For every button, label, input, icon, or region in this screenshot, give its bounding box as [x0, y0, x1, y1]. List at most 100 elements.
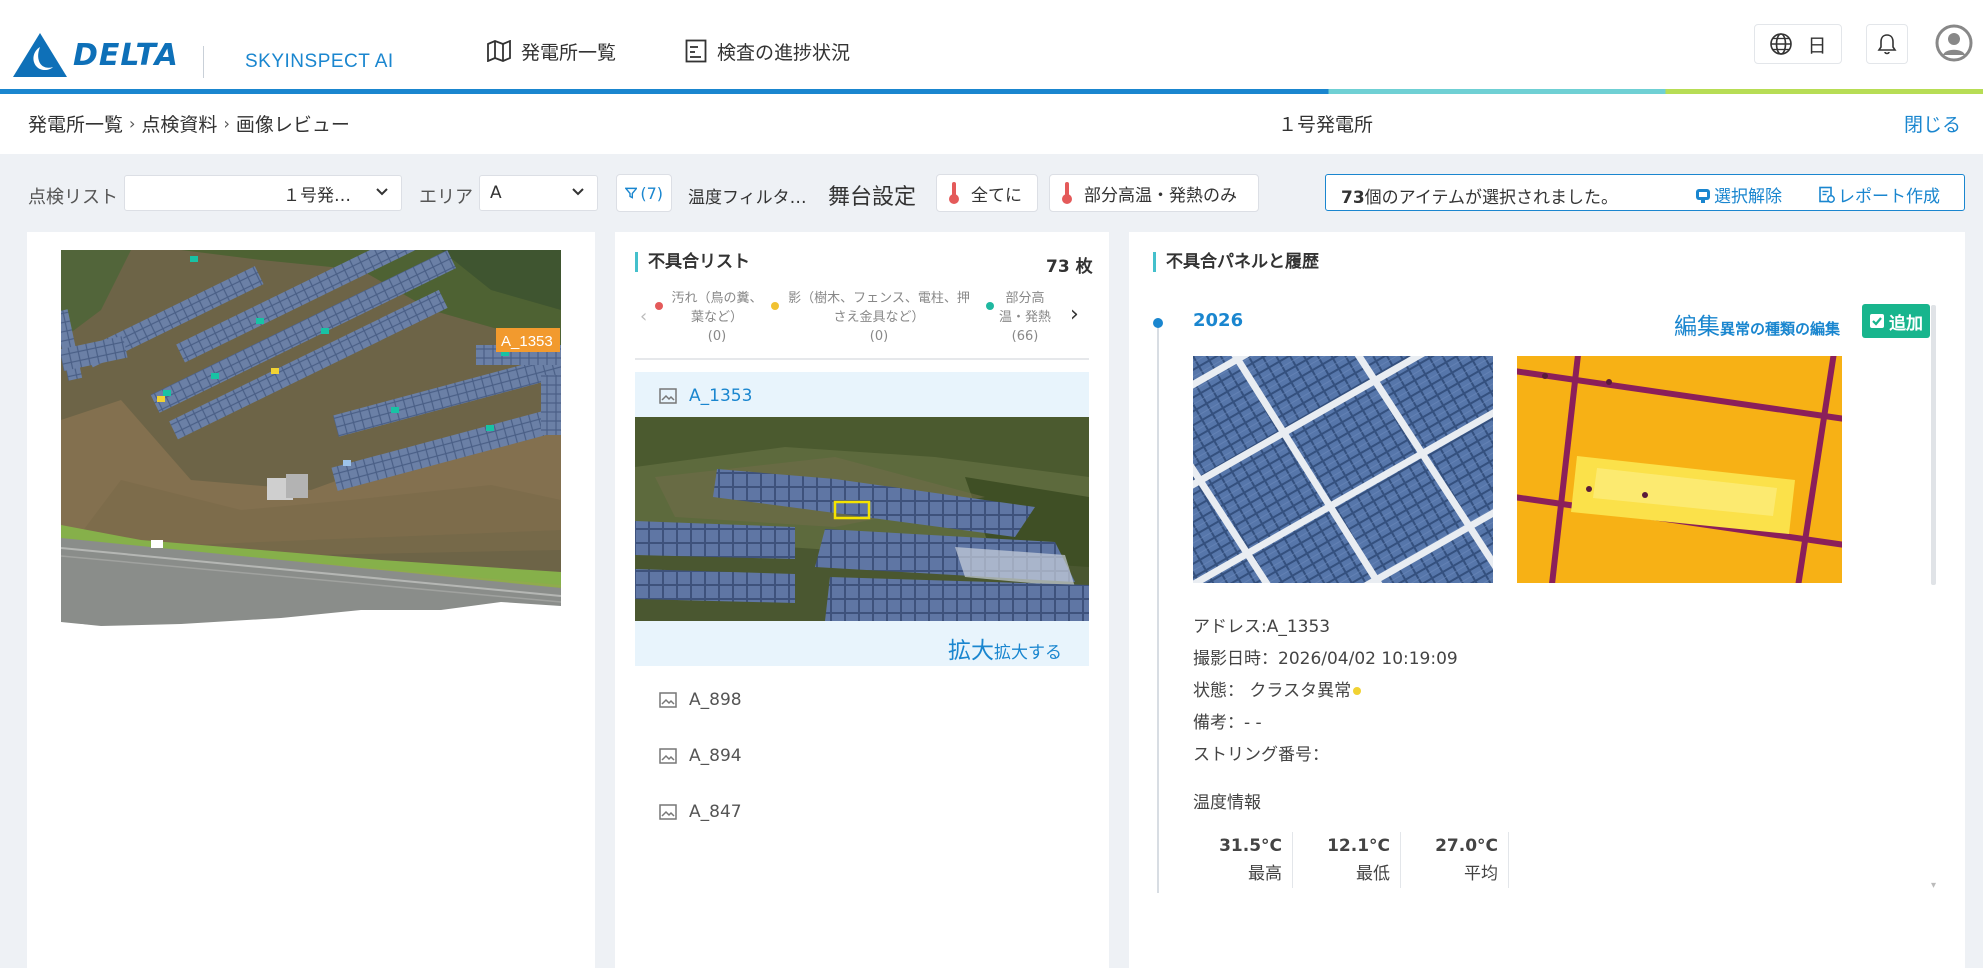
legend-dirt-line2: 葉など） — [690, 310, 743, 325]
timeline-dot — [1153, 318, 1163, 328]
selection-count: 73 — [1341, 188, 1365, 208]
list-item-label: A_894 — [689, 746, 742, 766]
thermometer-icon — [949, 182, 959, 204]
inspection-list-label: 点検リスト — [28, 187, 118, 208]
detail-scrollbar[interactable] — [1931, 305, 1936, 585]
user-avatar-icon — [1935, 24, 1973, 62]
inspection-list-select[interactable]: １号発… — [124, 175, 402, 211]
expand-button[interactable]: 拡大拡大する — [948, 631, 1062, 665]
filter-button[interactable]: (7) — [616, 174, 672, 212]
app-name: SKYINSPECT AI — [245, 51, 394, 72]
list-item-label: A_1353 — [689, 386, 753, 406]
note-text: 備考：- - — [1193, 713, 1262, 733]
scroll-down-icon[interactable]: ▾ — [1931, 880, 1936, 891]
chevron-right-icon[interactable]: › — [1070, 302, 1079, 327]
temp-min-value: 12.1°C — [1327, 836, 1390, 856]
legend-shadow[interactable]: 影（樹木、フェンス、電柱、押 さえ金具など） (0) — [781, 289, 977, 346]
chevron-left-icon[interactable]: ‹ — [640, 306, 647, 327]
legend-dirt[interactable]: 汚れ（鳥の糞、 葉など） (0) — [662, 289, 772, 346]
legend-hotspot-line1: 部分高 — [1005, 291, 1045, 306]
legend-hotspot-count: (66) — [1011, 329, 1039, 344]
address-text: アドレス:A_1353 — [1193, 617, 1331, 637]
deselect-button[interactable]: 選択解除 — [1694, 182, 1782, 207]
logo-text: DELTA — [73, 37, 179, 73]
filter-icon — [625, 187, 638, 199]
list-item[interactable]: A_898 — [635, 678, 1089, 722]
chevron-down-icon — [376, 188, 388, 196]
close-button[interactable]: 閉じる — [1904, 110, 1961, 137]
image-icon — [659, 748, 677, 764]
temp-max: 31.5°C 最高 — [1193, 832, 1293, 888]
add-button[interactable]: 追加 — [1862, 304, 1930, 338]
defect-list-count: 73 枚 — [1046, 257, 1093, 277]
language-switcher[interactable]: 日 — [1754, 24, 1842, 64]
status-dot — [1353, 687, 1362, 695]
chip-partial-hot[interactable]: 部分高温・発熱のみ — [1049, 174, 1259, 212]
edit-big-label: 編集 — [1674, 314, 1720, 340]
status-label: 状態： クラスタ異常 — [1193, 681, 1352, 701]
legend-hotspot-line2: 温・発熱 — [998, 310, 1051, 325]
temp-min: 12.1°C 最低 — [1301, 832, 1401, 888]
area-label: エリア — [419, 187, 473, 208]
area-value: A — [490, 183, 502, 203]
chevron-right-icon: › — [129, 114, 136, 133]
list-item[interactable]: A_1353 — [635, 374, 1089, 418]
legend-dot-hotspot — [986, 302, 994, 310]
legend-shadow-count: (0) — [869, 329, 889, 344]
image-icon — [659, 804, 677, 820]
breadcrumb-inspection-data[interactable]: 点検資料 — [141, 110, 217, 137]
area-select[interactable]: A — [479, 175, 598, 211]
delta-logo[interactable]: DELTA — [11, 30, 179, 80]
legend-hotspot[interactable]: 部分高 温・発熱 (66) — [995, 289, 1055, 346]
chip-all-label: 全てに — [971, 185, 1022, 206]
temp-avg: 27.0°C 平均 — [1409, 832, 1509, 888]
list-item-label: A_847 — [689, 802, 742, 822]
selection-message: 73個のアイテムが選択されました。 — [1341, 183, 1618, 208]
thermal-panel-image[interactable] — [1517, 356, 1842, 583]
nav-inspection-progress[interactable]: 検査の進捗状況 — [685, 36, 850, 66]
solar-plant-map[interactable]: A_1353 — [61, 250, 561, 630]
temp-min-label: 最低 — [1356, 864, 1390, 884]
inspection-list-value: １号発… — [283, 185, 351, 206]
chevron-right-icon: › — [223, 114, 230, 133]
temperature-filter-label[interactable]: 温度フィルタ… — [688, 183, 807, 208]
logo-divider — [203, 46, 204, 78]
map-icon — [487, 40, 511, 62]
top-header: DELTA SKYINSPECT AI 発電所一覧 検査の進捗状況 日 — [0, 0, 1983, 90]
map-marker-label[interactable]: A_1353 — [501, 333, 553, 350]
defect-preview-image[interactable] — [635, 417, 1089, 621]
temp-max-value: 31.5°C — [1219, 836, 1282, 856]
list-item-label: A_898 — [689, 690, 742, 710]
thermometer-icon — [1062, 182, 1072, 204]
progress-report-icon — [685, 39, 707, 63]
create-report-button[interactable]: レポート作成 — [1818, 182, 1940, 207]
legend-shadow-line1: 影（樹木、フェンス、電柱、押 — [788, 291, 970, 306]
temp-avg-label: 平均 — [1464, 864, 1498, 884]
defect-detail-title: 不具合パネルと履歴 — [1153, 252, 1319, 272]
list-item[interactable]: A_847 — [635, 790, 1089, 834]
expand-small-label: 拡大する — [994, 643, 1062, 663]
edit-small-label: 異常の種類の編集 — [1720, 320, 1841, 338]
edit-defect-type-button[interactable]: 編集異常の種類の編集 — [1674, 307, 1840, 341]
notification-button[interactable] — [1866, 24, 1908, 64]
chevron-down-icon — [572, 188, 584, 196]
nav-plant-list-label: 発電所一覧 — [521, 41, 617, 64]
legend-dot-shadow — [771, 302, 779, 310]
delta-logo-icon — [13, 33, 67, 77]
nav-plant-list[interactable]: 発電所一覧 — [487, 36, 616, 66]
nav-inspection-progress-label: 検査の進捗状況 — [717, 41, 851, 64]
shot-time-text: 撮影日時：2026/04/02 10:19:09 — [1193, 649, 1458, 669]
timeline-line — [1157, 318, 1159, 893]
breadcrumb-plant-list[interactable]: 発電所一覧 — [28, 110, 123, 137]
bell-icon — [1877, 34, 1897, 55]
user-avatar[interactable] — [1935, 24, 1973, 62]
deselect-label: 選択解除 — [1714, 187, 1782, 207]
list-item[interactable]: A_894 — [635, 734, 1089, 778]
create-report-label: レポート作成 — [1838, 187, 1940, 207]
stage-settings-label[interactable]: 舞台設定 — [828, 179, 916, 211]
chip-all[interactable]: 全てに — [936, 174, 1038, 212]
selection-text: 個のアイテムが選択されました。 — [1364, 188, 1618, 208]
temp-max-label: 最高 — [1248, 864, 1282, 884]
visual-panel-image[interactable] — [1193, 356, 1493, 583]
string-number-text: ストリング番号： — [1193, 745, 1329, 765]
